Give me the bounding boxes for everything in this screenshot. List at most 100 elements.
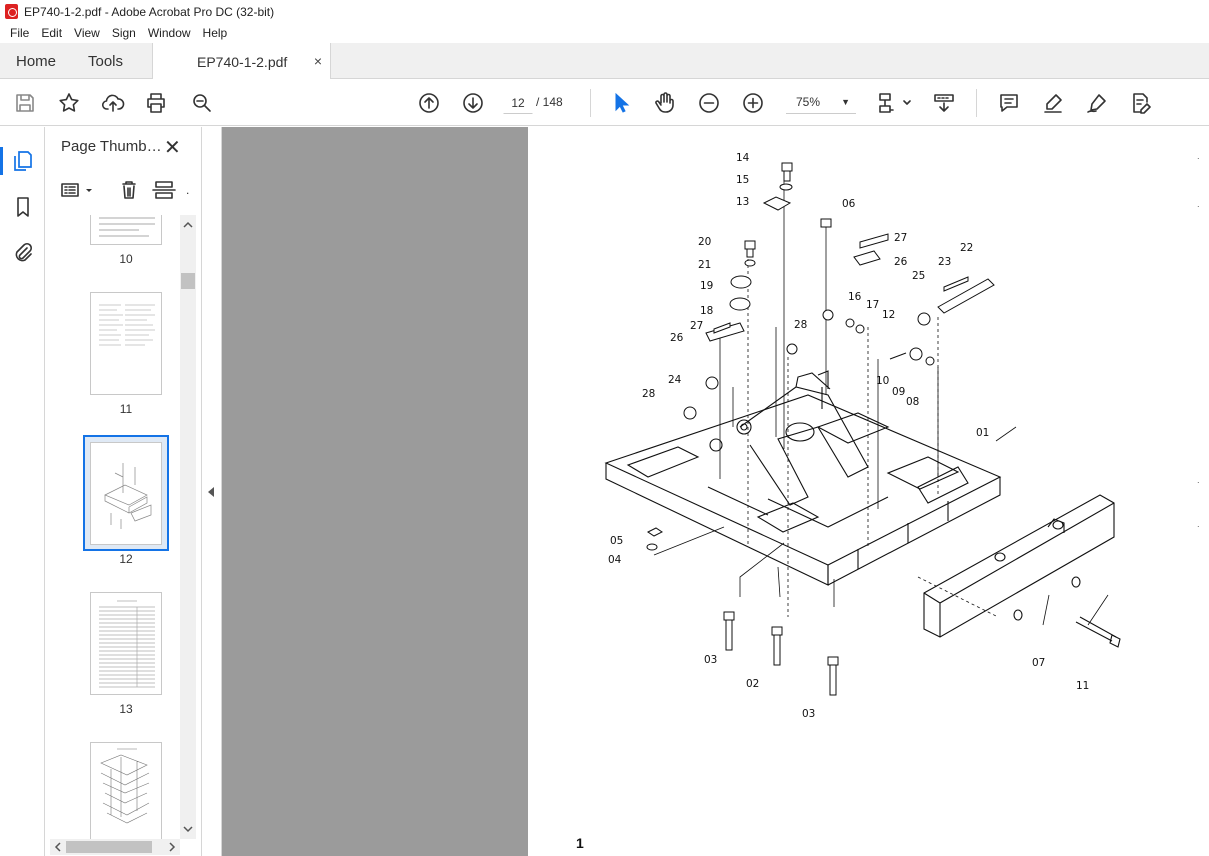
menu-help[interactable]: Help (197, 26, 234, 40)
tab-document[interactable]: EP740-1-2.pdf × (152, 43, 331, 80)
upload-icon[interactable] (101, 91, 125, 115)
thumbnail-page-12[interactable] (90, 442, 162, 545)
panel-title: Page Thumb… (61, 138, 162, 155)
callout-02: 02 (746, 678, 759, 690)
page-total: / 148 (536, 95, 563, 109)
callout-13: 13 (736, 196, 749, 208)
thumbnail-page-13[interactable] (90, 592, 162, 695)
callout-23: 23 (938, 256, 951, 268)
menu-window[interactable]: Window (142, 26, 197, 40)
menu-file[interactable]: File (4, 26, 35, 40)
thumbnail-page-14[interactable] (90, 742, 162, 839)
callout-26: 26 (894, 256, 908, 268)
title-bar: EP740-1-2.pdf - Adobe Acrobat Pro DC (32… (0, 0, 1209, 23)
more-icon[interactable]: . (186, 183, 189, 197)
callout-05: 05 (610, 535, 623, 547)
collapse-panel-icon[interactable] (208, 487, 214, 497)
zoom-search-icon[interactable] (190, 91, 214, 115)
delete-icon[interactable] (122, 181, 136, 199)
tab-tools[interactable]: Tools (88, 43, 123, 79)
svg-text:.: . (1197, 476, 1200, 485)
thumbnail-options-icon[interactable] (61, 183, 92, 197)
callout-18: 18 (700, 305, 713, 317)
bookmark-star-icon[interactable] (57, 91, 81, 115)
scroll-up-icon[interactable] (183, 221, 193, 228)
callout-22: 22 (960, 242, 973, 254)
insert-pages-icon[interactable] (152, 181, 176, 199)
thumbnail-page-11[interactable] (90, 292, 162, 395)
menu-edit[interactable]: Edit (35, 26, 68, 40)
attachment-icon[interactable] (11, 241, 35, 265)
page-thumbnails-icon[interactable] (11, 149, 35, 173)
tab-home[interactable]: Home (16, 43, 56, 79)
hand-icon[interactable] (653, 91, 677, 115)
save-icon[interactable] (13, 91, 37, 115)
menu-sign[interactable]: Sign (106, 26, 142, 40)
sign-icon[interactable] (1085, 91, 1109, 115)
callout-17: 17 (866, 299, 879, 311)
thumbnail-label-11: 11 (119, 402, 133, 416)
zoom-level-select[interactable]: 75% ▼ (786, 90, 856, 114)
toolbar: 12 / 148 75% ▼ (0, 79, 1209, 126)
zoom-level-value: 75% (796, 95, 821, 109)
scroll-left-icon[interactable] (54, 842, 61, 852)
callout-16: 16 (848, 291, 862, 303)
select-arrow-icon[interactable] (609, 91, 633, 115)
thumbnails-panel: Page Thumb… ✕ . 10 11 12 13 (46, 127, 202, 856)
callout-03: 03 (704, 654, 717, 666)
callout-08: 08 (906, 396, 919, 408)
close-tab-icon[interactable]: × (314, 53, 322, 69)
comment-icon[interactable] (997, 91, 1021, 115)
highlight-icon[interactable] (1041, 91, 1065, 115)
callout-27: 27 (894, 232, 907, 244)
callout-07: 07 (1032, 657, 1045, 669)
callout-01: 01 (976, 427, 989, 439)
page-up-icon[interactable] (417, 91, 441, 115)
page-down-icon[interactable] (461, 91, 485, 115)
scrollbar-thumb[interactable] (181, 273, 195, 289)
close-icon[interactable]: ✕ (164, 135, 181, 160)
fit-page-icon[interactable] (877, 91, 913, 115)
callout-27b: 27 (690, 320, 703, 332)
document-viewport[interactable]: 14 15 13 06 20 27 22 21 26 23 19 25 16 1… (222, 127, 1209, 856)
menu-view[interactable]: View (68, 26, 106, 40)
window-title: EP740-1-2.pdf - Adobe Acrobat Pro DC (32… (24, 4, 275, 19)
bookmark-icon[interactable] (11, 195, 35, 219)
callout-19: 19 (700, 280, 713, 292)
thumbnail-label-10: 10 (119, 252, 133, 266)
callout-28b: 28 (642, 388, 655, 400)
acrobat-icon (5, 4, 18, 19)
callout-28: 28 (794, 319, 807, 331)
thumbnail-label-12: 12 (119, 552, 133, 566)
pdf-page: 14 15 13 06 20 27 22 21 26 23 19 25 16 1… (528, 127, 1209, 856)
zoom-in-icon[interactable] (741, 91, 765, 115)
panel-toolbar: . (46, 177, 202, 211)
left-rail (0, 127, 45, 856)
thumbnail-horizontal-scrollbar[interactable] (50, 839, 180, 855)
toolbar-divider (976, 89, 977, 117)
callout-06: 06 (842, 198, 856, 210)
svg-text:.: . (1197, 152, 1200, 161)
scrollbar-thumb[interactable] (66, 841, 152, 853)
panel-splitter[interactable] (202, 127, 222, 856)
scroll-mode-icon[interactable] (932, 91, 956, 115)
scroll-right-icon[interactable] (169, 842, 176, 852)
thumbnail-label-13: 13 (119, 702, 133, 716)
callout-04: 04 (608, 554, 622, 566)
tab-bar: Home Tools EP740-1-2.pdf × (0, 43, 1209, 80)
callout-11: 11 (1076, 680, 1089, 692)
parts-diagram: 14 15 13 06 20 27 22 21 26 23 19 25 16 1… (604, 152, 1200, 720)
page-number-input[interactable]: 12 (503, 90, 533, 114)
print-icon[interactable] (144, 91, 168, 115)
page-footer-number: 1 (576, 835, 584, 851)
thumbnail-page-10[interactable] (90, 215, 162, 245)
callout-21: 21 (698, 259, 711, 271)
thumbnail-vertical-scrollbar[interactable] (180, 215, 196, 839)
chevron-down-icon: ▼ (841, 97, 850, 107)
scroll-down-icon[interactable] (183, 826, 193, 833)
edit-pdf-icon[interactable] (1129, 91, 1153, 115)
svg-text:.: . (1197, 520, 1200, 529)
thumbnail-list[interactable]: 10 11 12 13 (46, 215, 202, 839)
zoom-out-icon[interactable] (697, 91, 721, 115)
toolbar-divider (590, 89, 591, 117)
